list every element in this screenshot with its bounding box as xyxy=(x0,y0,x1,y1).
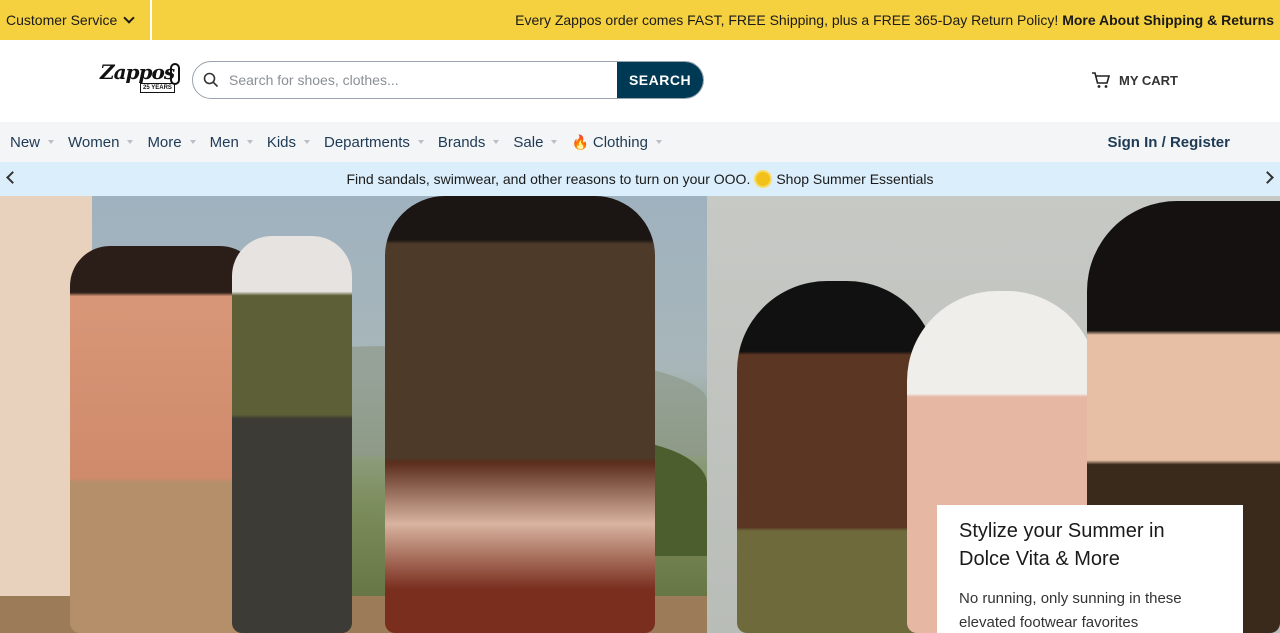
hero-card-description: No running, only sunning in these elevat… xyxy=(959,590,1182,631)
sign-in-register-link[interactable]: Sign In / Register xyxy=(1107,134,1230,151)
chevron-down-icon xyxy=(123,11,135,24)
search-button[interactable]: SEARCH xyxy=(617,62,703,98)
nav-label: Clothing xyxy=(592,133,648,151)
model-figure xyxy=(232,236,352,633)
caret-down-icon xyxy=(48,140,55,144)
promo-text: Every Zappos order comes FAST, FREE Ship… xyxy=(515,12,1059,28)
nav-label: Departments xyxy=(324,133,410,151)
customer-service-label: Customer Service xyxy=(6,12,118,28)
nav-label: Kids xyxy=(266,133,296,151)
nav-label: Women xyxy=(68,133,120,151)
zappos-logo[interactable]: Zappos 25 YEARS xyxy=(100,60,182,94)
search-bar: SEARCH xyxy=(192,61,704,99)
shop-summer-link[interactable]: Shop Summer Essentials xyxy=(776,171,933,187)
hero-promo-card[interactable]: Stylize your Summer in Dolce Vita & More… xyxy=(937,505,1243,633)
nav-label: New xyxy=(10,133,41,151)
cart-icon xyxy=(1092,72,1111,88)
chevron-right-icon[interactable] xyxy=(1261,171,1274,184)
caret-down-icon xyxy=(493,140,500,144)
customer-service-dropdown[interactable]: Customer Service xyxy=(0,0,152,40)
hero-image-left xyxy=(0,196,707,633)
caret-down-icon xyxy=(551,140,558,144)
nav-item-men[interactable]: Men xyxy=(210,134,257,151)
nav-item-new[interactable]: New xyxy=(10,134,58,151)
caret-down-icon xyxy=(304,140,310,144)
cart-label: MY CART xyxy=(1119,72,1178,88)
nav-item-brands[interactable]: Brands xyxy=(438,134,504,151)
flame-icon: 🔥 xyxy=(571,133,589,150)
nav-item-departments[interactable]: Departments xyxy=(324,134,428,151)
search-input[interactable] xyxy=(229,62,617,98)
nav-label: More xyxy=(147,133,182,151)
model-figure xyxy=(385,196,655,633)
nav-item-women[interactable]: Women xyxy=(68,134,137,151)
promo-carousel: Find sandals, swimwear, and other reason… xyxy=(0,162,1280,196)
sun-icon xyxy=(756,172,771,186)
caret-down-icon xyxy=(655,140,662,144)
shoe-icon xyxy=(170,63,180,85)
site-header: Zappos 25 YEARS SEARCH MY CART xyxy=(0,40,1280,122)
caret-down-icon xyxy=(189,140,196,144)
carousel-text: Find sandals, swimwear, and other reason… xyxy=(346,171,751,187)
nav-item-more[interactable]: More xyxy=(147,134,199,151)
nav-label: Men xyxy=(209,133,239,151)
main-nav: New Women More Men Kids Departments Bran… xyxy=(0,122,1280,162)
shipping-returns-link[interactable]: More About Shipping & Returns xyxy=(1062,12,1274,28)
caret-down-icon xyxy=(127,140,134,144)
caret-down-icon xyxy=(246,140,253,144)
cart-button[interactable]: MY CART xyxy=(1091,71,1178,89)
caret-down-icon xyxy=(417,140,424,144)
logo-wordmark: Zappos xyxy=(100,60,175,84)
chevron-left-icon[interactable] xyxy=(6,171,19,184)
hero-card-title: Stylize your Summer in Dolce Vita & More xyxy=(959,520,1165,570)
nav-label: Brands xyxy=(437,133,486,151)
nav-item-clothing[interactable]: 🔥 Clothing xyxy=(571,134,665,151)
shipping-promo: Every Zappos order comes FAST, FREE Ship… xyxy=(152,12,1280,28)
logo-badge: 25 YEARS xyxy=(140,83,175,93)
nav-label: Sale xyxy=(513,133,544,151)
promo-topbar: Customer Service Every Zappos order come… xyxy=(0,0,1280,40)
nav-item-kids[interactable]: Kids xyxy=(267,134,314,151)
nav-item-sale[interactable]: Sale xyxy=(513,134,561,151)
search-icon xyxy=(193,62,229,98)
